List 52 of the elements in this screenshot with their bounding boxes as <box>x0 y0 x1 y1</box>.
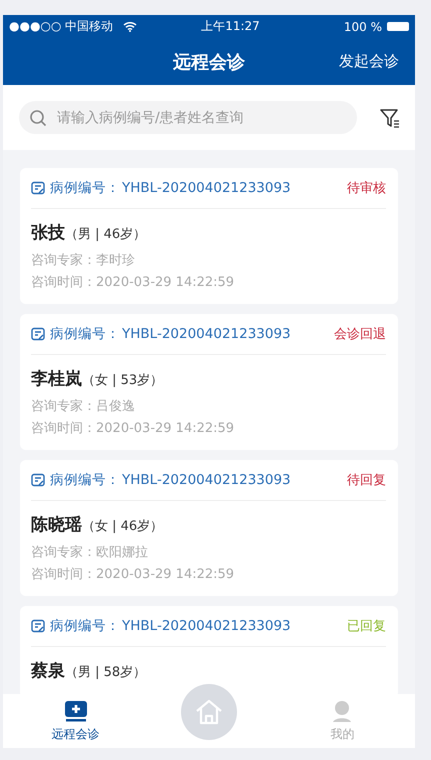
tab-item[interactable]: 远程会诊 <box>36 699 116 743</box>
consult-time: 2020-03-29 14:22:59 <box>96 567 234 582</box>
case-number: YHBL-202004021233093 <box>122 618 291 634</box>
document-icon <box>31 472 46 488</box>
expert-name: 欧阳娜拉 <box>96 545 148 560</box>
patient-name: 陈晓瑶 <box>31 514 82 536</box>
time-label: 咨询时间： <box>31 421 96 436</box>
start-consult-button[interactable]: 发起会诊 <box>335 50 403 73</box>
patient-name: 李桂岚 <box>31 368 82 390</box>
battery-icon <box>386 22 409 31</box>
patient-info: （女 | 46岁） <box>82 518 164 535</box>
time-label: 咨询时间： <box>31 275 96 290</box>
case-card[interactable]: 病例编号：YHBL-202004021233093 会诊回退 李桂岚（女 | 53岁） 咨询专家：吕俊逸 咨询时间：2020-03-29 14:22:59 <box>20 314 398 450</box>
case-label: 病例编号： <box>50 471 120 489</box>
document-icon <box>31 618 46 634</box>
case-number: YHBL-202004021233093 <box>122 180 291 196</box>
case-label: 病例编号： <box>50 179 120 197</box>
case-number: YHBL-202004021233093 <box>122 472 291 488</box>
patient-name: 蔡泉 <box>31 660 65 682</box>
time-label: 咨询时间： <box>31 567 96 582</box>
filter-icon[interactable] <box>379 106 401 128</box>
status-label: 会诊回退 <box>334 326 386 343</box>
expert-label: 咨询专家： <box>31 399 96 414</box>
carrier-name: ●●●○○ 中国移动 <box>9 18 114 35</box>
search-field[interactable]: 请输入病例编号/患者姓名查询 <box>19 101 357 134</box>
status-label: 待审核 <box>347 180 386 197</box>
case-label: 病例编号： <box>50 617 120 635</box>
document-icon <box>31 326 46 342</box>
battery-level: 100 % <box>344 20 382 34</box>
expert-label: 咨询专家： <box>31 253 96 268</box>
patient-info: （男 | 46岁） <box>65 226 146 243</box>
clock-time: 上午11:27 <box>201 18 261 35</box>
expert-name: 李时珍 <box>96 253 135 268</box>
status-label: 待回复 <box>347 472 386 489</box>
consult-time: 2020-03-29 14:22:59 <box>96 275 234 290</box>
case-number: YHBL-202004021233093 <box>122 326 291 342</box>
case-label: 病例编号： <box>50 325 120 343</box>
expert-name: 吕俊逸 <box>96 399 135 414</box>
page-title: 远程会诊 <box>173 50 245 74</box>
case-card[interactable]: 病例编号：YHBL-202004021233093 待回复 陈晓瑶（女 | 46岁） 咨询专家：欧阳娜拉 咨询时间：2020-03-29 14:22:59 <box>20 460 398 596</box>
home-icon <box>194 698 224 726</box>
patient-name: 张技 <box>31 222 65 244</box>
status-label: 已回复 <box>347 618 386 635</box>
expert-label: 咨询专家： <box>31 545 96 560</box>
patient-info: （男 | 58岁） <box>65 664 146 681</box>
document-icon <box>31 180 46 196</box>
patient-info: （女 | 53岁） <box>82 372 164 389</box>
medical-kit-icon <box>64 699 88 723</box>
case-card[interactable]: 病例编号：YHBL-202004021233093 已回复 蔡泉（男 | 58岁） <box>20 606 398 694</box>
consult-time: 2020-03-29 14:22:59 <box>96 421 234 436</box>
wifi-icon <box>123 21 138 32</box>
case-card[interactable]: 病例编号：YHBL-202004021233093 待审核 张技（男 | 46岁） 咨询专家：李时珍 咨询时间：2020-03-29 14:22:59 <box>20 168 398 304</box>
